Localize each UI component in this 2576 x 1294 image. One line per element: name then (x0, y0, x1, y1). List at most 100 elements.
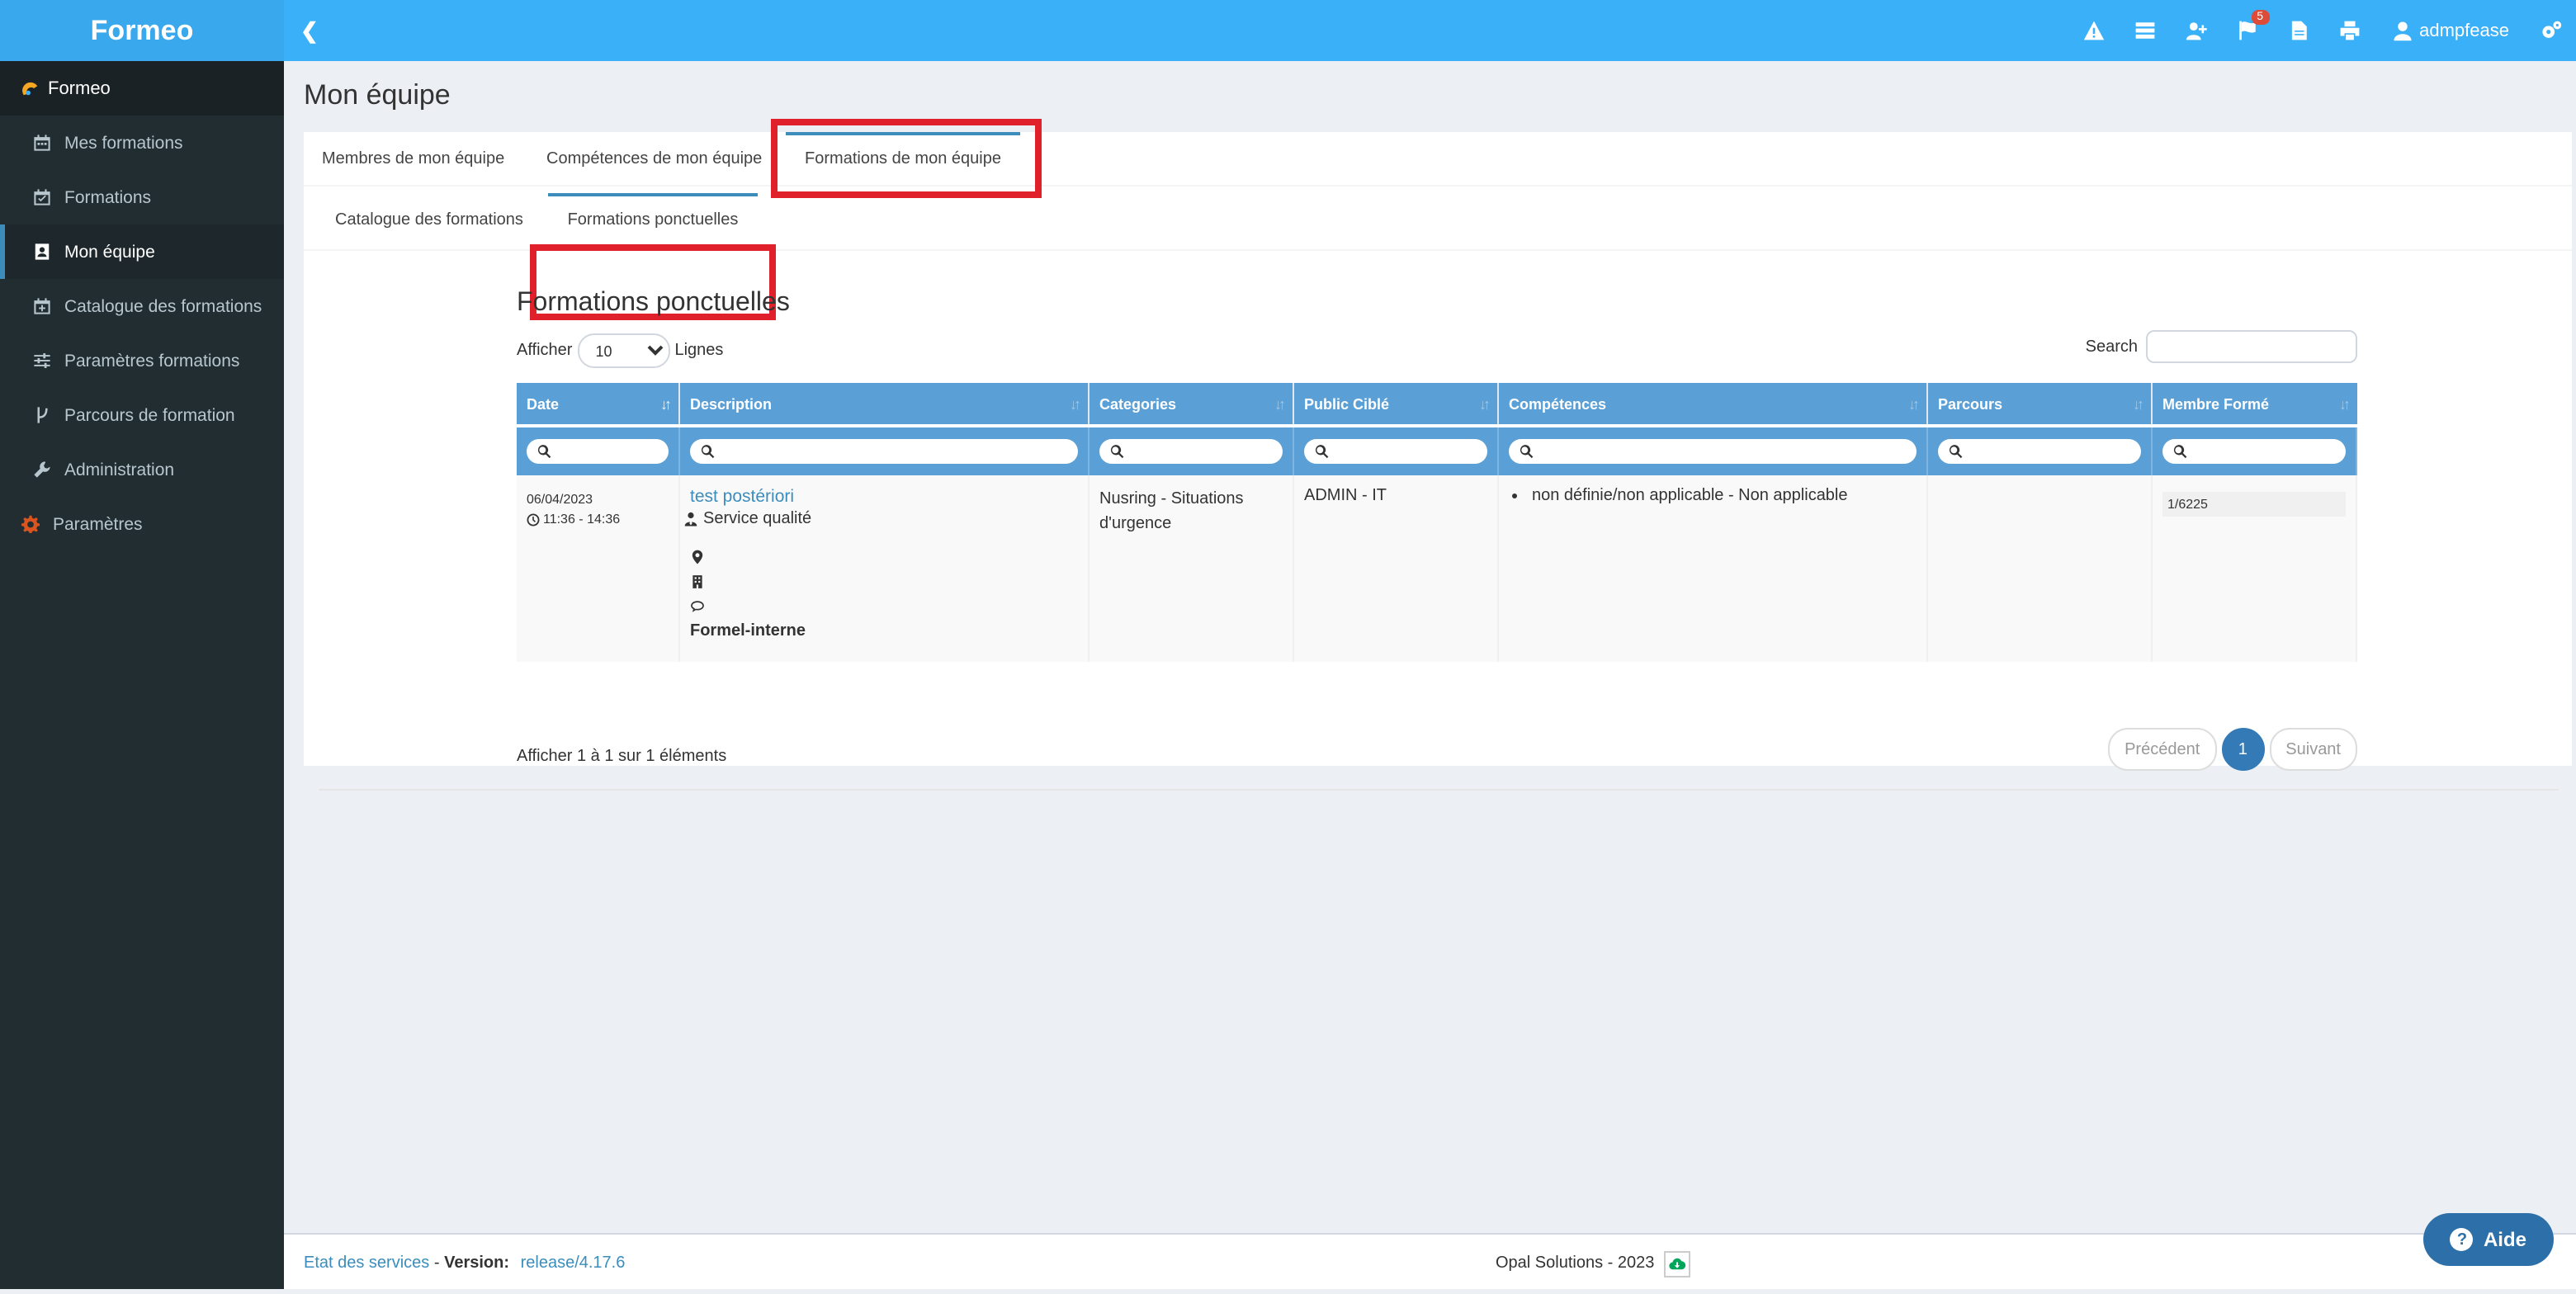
sidebar-item-administration[interactable]: Administration (0, 442, 284, 497)
filter-input[interactable] (690, 439, 1078, 464)
tab-formations-ponctuelles[interactable]: Formations ponctuelles (548, 193, 758, 246)
warning-icon[interactable] (2068, 0, 2119, 61)
formeo-logo-icon (22, 82, 38, 96)
cloud-download-button[interactable] (1664, 1251, 1691, 1277)
column-header-categories[interactable]: Categories ↓↑ (1089, 383, 1294, 424)
public-label: ADMIN - IT (1304, 487, 1387, 505)
sidebar-item-mes-formations[interactable]: Mes formations (0, 116, 284, 170)
categories-cell: Nusring - Situations d'urgence (1089, 475, 1294, 662)
sidebar-item-label: Catalogue des formations (64, 296, 262, 316)
print-icon[interactable] (2323, 0, 2375, 61)
filter-input[interactable] (1938, 439, 2141, 464)
membre-cell: 1/6225 (2153, 475, 2357, 662)
comment-icon (691, 601, 704, 612)
user-icon (2393, 21, 2411, 41)
calendar-check-icon (34, 189, 50, 205)
sidebar: Formeo Mes formations Formations Mon équ… (0, 61, 284, 1289)
tab-catalogue[interactable]: Catalogue des formations (335, 193, 523, 246)
sidebar-brand-label: Formeo (48, 78, 111, 98)
version-link[interactable]: release/4.17.6 (521, 1254, 626, 1273)
sidebar-toggle-icon[interactable]: ❮ (300, 0, 319, 61)
app-logo[interactable]: Formeo (0, 0, 284, 61)
sort-icon: ↓↑ (1908, 395, 1920, 412)
divider (319, 789, 2559, 791)
cloud-download-icon (1669, 1258, 1686, 1270)
sidebar-item-formations[interactable]: Formations (0, 170, 284, 224)
navbar-icons: 5 admpfease (2068, 0, 2576, 61)
parcours-cell (1928, 475, 2153, 662)
user-menu[interactable]: admpfease (2375, 0, 2526, 61)
primary-tabs: Membres de mon équipe Compétences de mon… (304, 132, 2572, 187)
panel-title: Formations ponctuelles (517, 289, 790, 317)
filter-input[interactable] (527, 439, 669, 464)
page-button-current[interactable]: 1 (2221, 728, 2265, 771)
column-header-description[interactable]: Description ↓↑ (680, 383, 1089, 424)
wrench-icon (34, 461, 50, 478)
formation-link[interactable]: test postériori (690, 487, 794, 507)
filter-input[interactable] (1509, 439, 1917, 464)
show-label: Afficher (517, 342, 573, 360)
member-progress: 1/6225 (2162, 492, 2346, 517)
column-header-competences[interactable]: Compétences ↓↑ (1499, 383, 1928, 424)
previous-page-button[interactable]: Précédent (2108, 728, 2217, 771)
description-cell: test postériori Service qualité Formel-i… (680, 475, 1089, 662)
formation-type: Formel-interne (690, 622, 806, 640)
clock-icon (527, 512, 540, 526)
filter-input[interactable] (2162, 439, 2346, 464)
service-label: Service qualité (703, 510, 812, 528)
user-name: admpfease (2419, 21, 2509, 40)
search-icon (1949, 445, 1963, 459)
page-title: Mon équipe (304, 79, 451, 111)
content-box: Membres de mon équipe Compétences de mon… (304, 119, 2572, 791)
building-line (690, 569, 1078, 594)
sort-icon: ↓↑ (2339, 395, 2351, 412)
sidebar-item-parametres[interactable]: Paramètres (0, 497, 284, 551)
column-header-date[interactable]: Date ↓↑ (517, 383, 680, 424)
column-header-public[interactable]: Public Ciblé ↓↑ (1294, 383, 1499, 424)
table-header: Date ↓↑ Description ↓↑ Categories ↓↑ Public… (517, 383, 2357, 424)
map-marker-icon (692, 550, 703, 564)
sidebar-item-parametres-formations[interactable]: Paramètres formations (0, 333, 284, 388)
sort-icon: ↓↑ (1479, 395, 1491, 412)
tab-membres[interactable]: Membres de mon équipe (322, 132, 504, 185)
flag-icon[interactable]: 5 (2221, 0, 2272, 61)
contact-icon (35, 243, 50, 260)
user-plus-icon[interactable] (2170, 0, 2221, 61)
sidebar-item-mon-equipe[interactable]: Mon équipe (0, 224, 284, 279)
main-content: Mon équipe Membres de mon équipe Compéte… (284, 61, 2576, 1235)
sidebar-brand[interactable]: Formeo (0, 61, 284, 116)
competences-list: non définie/non applicable - Non applica… (1509, 487, 1917, 505)
page-length-select[interactable]: 10 (577, 333, 670, 368)
building-icon (692, 575, 702, 588)
lines-label: Lignes (674, 342, 724, 360)
branch-icon (37, 407, 48, 423)
service-line: Service qualité (683, 507, 1078, 531)
filter-input[interactable] (1099, 439, 1283, 464)
column-header-parcours[interactable]: Parcours ↓↑ (1928, 383, 2153, 424)
search-icon (1315, 445, 1329, 459)
status-link[interactable]: Etat des services (304, 1254, 429, 1273)
row-time-label: 11:36 - 14:36 (543, 512, 621, 527)
search-label: Search (2085, 338, 2138, 356)
column-header-label: Compétences (1509, 395, 1607, 412)
help-button[interactable]: ? Aide (2423, 1213, 2554, 1266)
file-icon[interactable] (2272, 0, 2323, 61)
column-header-membre[interactable]: Membre Formé ↓↑ (2153, 383, 2357, 424)
list-icon[interactable] (2119, 0, 2170, 61)
search-icon (1110, 445, 1124, 459)
tab-competences[interactable]: Compétences de mon équipe (546, 132, 762, 185)
notifications-badge: 5 (2251, 10, 2270, 25)
search-icon (1520, 445, 1534, 459)
search-icon (537, 445, 551, 459)
search-input[interactable] (2146, 330, 2357, 363)
footer-separator: - (433, 1254, 445, 1273)
row-date: 06/04/2023 (527, 492, 593, 507)
tab-formations-equipe[interactable]: Formations de mon équipe (786, 132, 1020, 185)
sidebar-item-label: Formations (64, 187, 152, 207)
sidebar-item-catalogue[interactable]: Catalogue des formations (0, 279, 284, 333)
filter-input[interactable] (1304, 439, 1487, 464)
sidebar-item-parcours[interactable]: Parcours de formation (0, 388, 284, 442)
cogs-icon[interactable] (2526, 0, 2576, 61)
sort-icon: ↓↑ (1070, 395, 1081, 412)
next-page-button[interactable]: Suivant (2269, 728, 2357, 771)
